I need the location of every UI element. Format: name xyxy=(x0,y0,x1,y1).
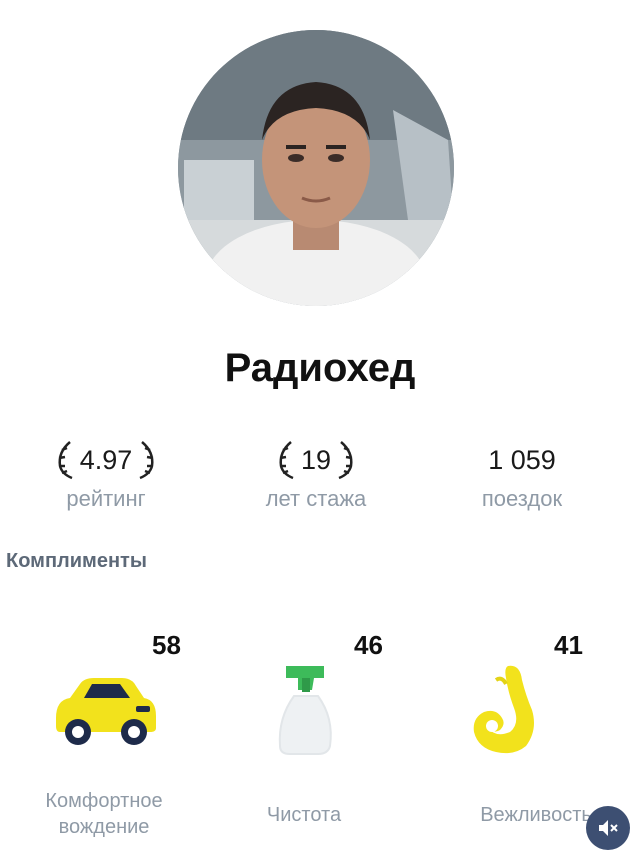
car-icon xyxy=(56,678,156,745)
stat-rating: 4.97 рейтинг xyxy=(6,434,206,512)
compliment-label: Чистота xyxy=(266,804,342,826)
rating-value: 4.97 xyxy=(79,444,133,475)
years-label: лет стажа xyxy=(265,486,367,511)
stat-experience: 19 лет стажа xyxy=(216,434,416,512)
trips-label: поездок xyxy=(481,486,563,511)
sound-off-icon xyxy=(599,820,618,836)
rating-label: рейтинг xyxy=(66,486,146,511)
laurel-left-icon xyxy=(279,441,294,480)
compliment-count: 46 xyxy=(354,630,383,660)
years-value: 19 xyxy=(300,444,332,475)
compliment-label: Комфортное вождение xyxy=(45,790,163,838)
driver-avatar xyxy=(178,30,454,306)
spray-bottle-icon xyxy=(278,666,332,755)
ok-hand-icon xyxy=(473,665,534,754)
laurel-right-icon xyxy=(338,441,353,480)
laurel-right-icon xyxy=(139,441,154,480)
compliment-count: 58 xyxy=(152,630,181,660)
driver-name: Радиохед xyxy=(224,346,416,390)
compliment-cleanliness[interactable]: 46 Чистота xyxy=(204,630,404,850)
compliment-count: 41 xyxy=(554,630,583,660)
stat-trips: 1 059 поездок xyxy=(422,434,622,512)
compliment-comfortable-driving[interactable]: 58 Комфортное вождение xyxy=(4,630,204,850)
trips-value: 1 059 xyxy=(488,444,556,475)
laurel-left-icon xyxy=(58,441,73,480)
compliments-title: Комплименты xyxy=(6,550,147,572)
mute-button[interactable] xyxy=(586,806,630,850)
driver-photo xyxy=(178,30,454,306)
